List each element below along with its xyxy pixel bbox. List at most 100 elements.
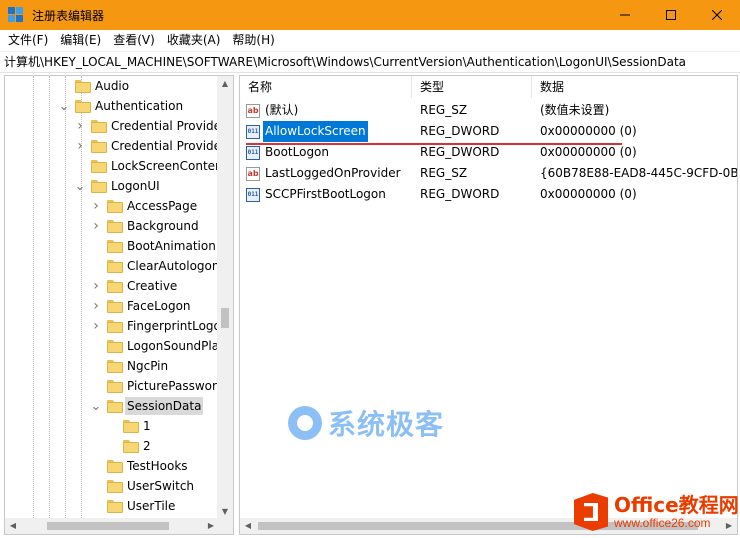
folder-icon (107, 240, 123, 253)
chevron-right-icon[interactable]: › (75, 136, 85, 156)
value-name: SCCPFirstBootLogon (265, 187, 386, 201)
value-name: BootLogon (265, 145, 330, 159)
tree-item[interactable]: ⌄ SessionData (5, 396, 219, 416)
tree-item-label: SessionData (125, 397, 204, 415)
string-value-icon: ab (246, 103, 260, 118)
tree-hscroll-thumb[interactable] (47, 522, 169, 530)
chevron-right-icon[interactable]: › (91, 276, 101, 296)
folder-icon (107, 480, 123, 493)
value-name: AllowLockScreen (263, 121, 368, 142)
tree-item[interactable]: ⌄ LogonUI (5, 176, 219, 196)
scroll-left-arrow-icon[interactable]: ◀ (240, 518, 256, 534)
tree-item-label: LockScreenConten (111, 159, 219, 173)
scroll-left-arrow-icon[interactable]: ◀ (5, 518, 21, 534)
tree-item[interactable]: UserSwitch (5, 476, 219, 496)
tree-item[interactable]: ⌄ Authentication (5, 96, 219, 116)
value-row[interactable]: 011 SCCPFirstBootLogon REG_DWORD 0x00000000… (240, 184, 737, 205)
tree-item[interactable]: › FaceLogon (5, 296, 219, 316)
chevron-right-icon[interactable]: › (91, 216, 101, 236)
chevron-down-icon[interactable]: ⌄ (75, 176, 86, 196)
chevron-right-icon[interactable]: › (91, 196, 101, 216)
folder-icon (91, 160, 107, 173)
string-value-icon: ab (246, 166, 260, 181)
value-name: LastLoggedOnProvider (265, 166, 401, 180)
folder-icon (91, 140, 107, 153)
watermark-logo-icon (288, 406, 322, 440)
scroll-up-arrow-icon[interactable]: ▲ (217, 76, 233, 92)
tree-vertical-scrollbar[interactable]: ▲ ▼ (217, 76, 233, 520)
tree-item[interactable]: BootAnimation (5, 236, 219, 256)
value-type: REG_DWORD (420, 124, 500, 138)
menu-help[interactable]: 帮助(H) (226, 30, 280, 51)
office-logo-icon (572, 491, 610, 533)
tree-item[interactable]: › Creative (5, 276, 219, 296)
value-data: 0x00000000 (0) (540, 187, 637, 201)
chevron-right-icon[interactable]: › (91, 296, 101, 316)
tree-item-label: AccessPage (127, 199, 198, 213)
value-type: REG_DWORD (420, 187, 500, 201)
tree-item[interactable]: NgcPin (5, 356, 219, 376)
value-row[interactable]: 011 BootLogon REG_DWORD 0x00000000 (0) (240, 142, 737, 163)
list-header: 名称 类型 数据 (240, 76, 737, 98)
folder-icon (123, 440, 139, 453)
tree-item-label: Creative (127, 279, 178, 293)
folder-icon (107, 500, 123, 513)
chevron-right-icon[interactable]: › (75, 116, 85, 136)
watermark-xitongjike: 系统极客 (288, 403, 444, 443)
value-row[interactable]: 011 AllowLockScreen REG_DWORD 0x00000000 (0… (240, 121, 737, 142)
menu-file[interactable]: 文件(F) (2, 30, 54, 51)
tree-item-label: LogonSoundPlay (127, 339, 219, 353)
menu-view[interactable]: 查看(V) (107, 30, 161, 51)
value-name-cell: 011 AllowLockScreen (240, 121, 412, 142)
value-row[interactable]: ab (默认) REG_SZ (数值未设置) (240, 100, 737, 121)
tree-item[interactable]: 2 (5, 436, 219, 456)
tree-item-label: Credential Provide (111, 139, 219, 153)
folder-icon (107, 320, 123, 333)
column-header-data[interactable]: 数据 (532, 76, 737, 98)
folder-icon (107, 400, 123, 413)
value-data: {60B78E88-EAD8-445C-9CFD-0B87 (540, 166, 737, 180)
folder-icon (75, 80, 91, 93)
chevron-right-icon[interactable]: › (91, 316, 101, 336)
chevron-down-icon[interactable]: ⌄ (91, 396, 102, 416)
watermark-text: 系统极客 (328, 408, 445, 441)
address-bar[interactable]: 计算机\HKEY_LOCAL_MACHINE\SOFTWARE\Microsof… (0, 51, 740, 73)
tree-item[interactable]: › Credential Provide (5, 116, 219, 136)
tree-item[interactable]: LogonSoundPlay (5, 336, 219, 356)
folder-icon (107, 300, 123, 313)
chevron-down-icon[interactable]: ⌄ (59, 96, 70, 116)
tree-item[interactable]: 1 (5, 416, 219, 436)
tree-horizontal-scrollbar[interactable]: ◀ ▶ (5, 518, 219, 534)
tree-item[interactable]: UserTile (5, 496, 219, 516)
tree-item[interactable]: TestHooks (5, 456, 219, 476)
tree-item[interactable]: › AccessPage (5, 196, 219, 216)
tree-scroll-thumb[interactable] (221, 308, 229, 328)
column-header-type[interactable]: 类型 (412, 76, 532, 98)
tree-item[interactable]: LockScreenConten (5, 156, 219, 176)
menu-favorites[interactable]: 收藏夹(A) (161, 30, 227, 51)
tree-item[interactable]: › Credential Provide (5, 136, 219, 156)
tree-item[interactable]: ClearAutologon (5, 256, 219, 276)
title-bar: 注册表编辑器 (0, 0, 740, 30)
tree-item-label: UserSwitch (127, 479, 195, 493)
minimize-button[interactable] (602, 0, 648, 30)
watermark-office26: Office教程网 www.office26.com (572, 488, 740, 536)
column-header-name[interactable]: 名称 (240, 76, 412, 98)
tree-item-label: PicturePasswor (127, 379, 217, 393)
tree-item[interactable]: › Background (5, 216, 219, 236)
minimize-icon (620, 14, 630, 16)
folder-icon (107, 280, 123, 293)
value-data: 0x00000000 (0) (540, 124, 637, 138)
value-row[interactable]: ab LastLoggedOnProvider REG_SZ {60B78E88-EA… (240, 163, 737, 184)
value-data: 0x00000000 (0) (540, 145, 637, 159)
tree-item[interactable]: Audio (5, 76, 219, 96)
value-type: REG_SZ (420, 103, 468, 117)
value-name-cell: 011 BootLogon (240, 142, 412, 163)
dword-value-icon: 011 (246, 124, 260, 139)
maximize-button[interactable] (648, 0, 694, 30)
tree-item[interactable]: PicturePasswor (5, 376, 219, 396)
menu-edit[interactable]: 编辑(E) (54, 30, 107, 51)
tree-item[interactable]: › FingerprintLogo (5, 316, 219, 336)
key-tree-pane: Audio ⌄ Authentication › Credential Provide ›… (4, 75, 234, 535)
close-button[interactable] (694, 0, 740, 30)
